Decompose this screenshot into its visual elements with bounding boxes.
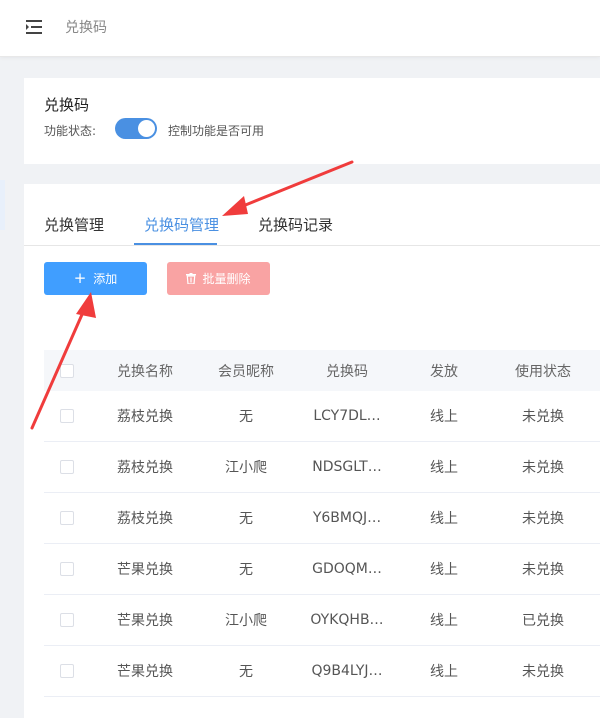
column-header: 发放 [430, 363, 458, 380]
active-tab-indicator [134, 243, 217, 245]
row-checkbox[interactable] [60, 664, 74, 678]
column-header: 使用状态 [515, 363, 571, 380]
cell-name: 荔枝兑换 [117, 409, 173, 425]
table-row: 荔枝兑换 无 LCY7DL… 线上 未兑换 [44, 391, 600, 442]
batch-delete-button[interactable]: 批量删除 [167, 262, 270, 295]
tab-code-records[interactable]: 兑换码记录 [258, 214, 333, 235]
cell-status: 未兑换 [522, 409, 564, 425]
cell-code: Q9B4LYJ… [311, 663, 383, 679]
trash-icon [186, 273, 197, 284]
management-card: 兑换管理 兑换码管理 兑换码记录 + 添加 批量删除 兑换名称 会员昵称 兑换码… [24, 184, 600, 718]
breadcrumb-title: 兑换码 [65, 20, 107, 36]
column-header: 兑换名称 [117, 363, 173, 380]
table-row: 芒果兑换 无 GDOQM… 线上 未兑换 [44, 544, 600, 595]
row-checkbox[interactable] [60, 409, 74, 423]
add-button-label: 添加 [93, 272, 118, 286]
table-row: 荔枝兑换 江小爬 NDSGLT… 线上 未兑换 [44, 442, 600, 493]
cell-issue: 线上 [430, 613, 458, 629]
cell-name: 荔枝兑换 [117, 511, 173, 527]
cell-code: LCY7DL… [313, 408, 381, 424]
column-header: 会员昵称 [218, 363, 274, 380]
tab-bar: 兑换管理 兑换码管理 兑换码记录 [24, 184, 600, 246]
settings-card: 兑换码 功能状态: 控制功能是否可用 [24, 78, 600, 164]
cell-issue: 线上 [430, 664, 458, 680]
cell-nickname: 江小爬 [225, 460, 267, 476]
cell-status: 未兑换 [522, 664, 564, 680]
settings-card-title: 兑换码 [44, 96, 90, 114]
sidebar-edge [0, 180, 5, 230]
add-button[interactable]: + 添加 [44, 262, 147, 295]
switch-description: 控制功能是否可用 [168, 124, 265, 138]
table-row: 芒果兑换 江小爬 OYKQHB… 线上 已兑换 [44, 595, 600, 646]
cell-code: Y6BMQJ… [312, 510, 382, 526]
cell-nickname: 无 [239, 562, 253, 578]
select-all-checkbox[interactable] [60, 363, 74, 378]
function-status-label: 功能状态: [44, 124, 97, 138]
tab-code-management[interactable]: 兑换码管理 [144, 214, 219, 235]
cell-name: 芒果兑换 [117, 664, 173, 680]
column-header: 兑换码 [326, 363, 368, 380]
table-header: 兑换名称 会员昵称 兑换码 发放 使用状态 [44, 350, 600, 391]
row-checkbox[interactable] [60, 613, 74, 627]
menu-fold-icon[interactable] [26, 20, 42, 34]
cell-issue: 线上 [430, 511, 458, 527]
cell-issue: 线上 [430, 562, 458, 578]
cell-status: 未兑换 [522, 511, 564, 527]
cell-name: 芒果兑换 [117, 562, 173, 578]
table-row: 荔枝兑换 无 Y6BMQJ… 线上 未兑换 [44, 493, 600, 544]
cell-status: 已兑换 [522, 613, 564, 629]
cell-issue: 线上 [430, 460, 458, 476]
cell-status: 未兑换 [522, 460, 564, 476]
cell-status: 未兑换 [522, 562, 564, 578]
cell-name: 荔枝兑换 [117, 460, 173, 476]
cell-nickname: 江小爬 [225, 613, 267, 629]
cell-code: GDOQM… [312, 561, 382, 577]
row-checkbox[interactable] [60, 460, 74, 474]
batch-delete-label: 批量删除 [202, 272, 251, 286]
tab-exchange-management[interactable]: 兑换管理 [44, 214, 104, 235]
cell-issue: 线上 [430, 409, 458, 425]
cell-nickname: 无 [239, 664, 253, 680]
switch-knob [138, 120, 155, 137]
table-row: 芒果兑换 无 Q9B4LYJ… 线上 未兑换 [44, 646, 600, 697]
redeem-code-table: 兑换名称 会员昵称 兑换码 发放 使用状态 荔枝兑换 无 LCY7DL… 线上 … [44, 350, 600, 697]
top-bar: 兑换码 [0, 0, 600, 57]
plus-icon: + [73, 269, 87, 287]
row-checkbox[interactable] [60, 511, 74, 525]
cell-name: 芒果兑换 [117, 613, 173, 629]
function-status-switch[interactable] [115, 118, 157, 139]
cell-nickname: 无 [239, 409, 253, 425]
cell-code: OYKQHB… [310, 612, 384, 628]
row-checkbox[interactable] [60, 562, 74, 576]
cell-code: NDSGLT… [312, 459, 382, 475]
cell-nickname: 无 [239, 511, 253, 527]
